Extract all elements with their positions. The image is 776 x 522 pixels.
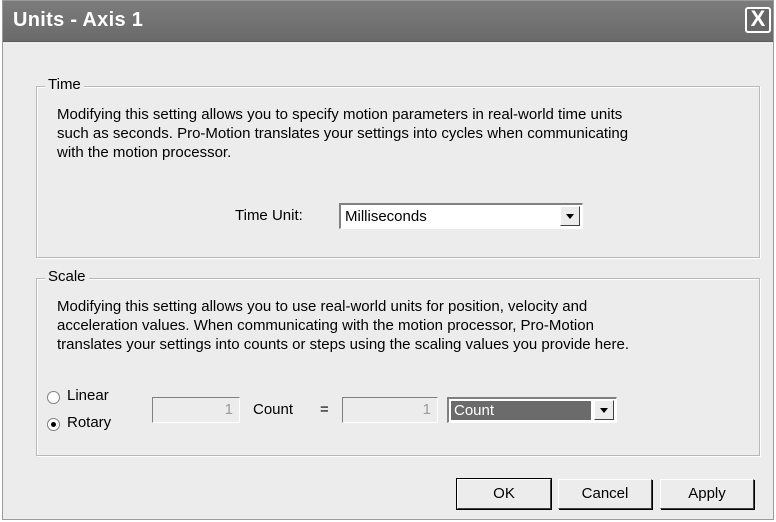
scale-unit-select[interactable]: Count xyxy=(447,397,617,423)
scale-description-line: acceleration values. When communicating … xyxy=(57,317,594,334)
cancel-button[interactable]: Cancel xyxy=(558,479,652,509)
linear-label[interactable]: Linear xyxy=(67,387,109,404)
time-group-label: Time xyxy=(45,76,84,93)
equals-sign: = xyxy=(320,401,329,418)
time-description: Modifying this setting allows you to spe… xyxy=(57,105,747,162)
scale-description: Modifying this setting allows you to use… xyxy=(57,297,757,354)
ok-button[interactable]: OK xyxy=(456,478,552,510)
title-bar[interactable]: Units - Axis 1 X xyxy=(3,1,773,42)
scale-description-line: Modifying this setting allows you to use… xyxy=(57,298,588,315)
count-label: Count xyxy=(253,401,294,418)
dialog-title: Units - Axis 1 xyxy=(13,9,144,31)
unit-value-input[interactable]: 1 xyxy=(342,397,438,423)
time-description-line: such as seconds. Pro-Motion translates y… xyxy=(57,125,629,142)
time-group: Time Modifying this setting allows you t… xyxy=(36,76,760,258)
linear-radio[interactable] xyxy=(47,391,60,404)
rotary-label[interactable]: Rotary xyxy=(67,414,111,431)
time-unit-select[interactable]: Milliseconds xyxy=(339,203,583,229)
scale-group: Scale Modifying this setting allows you … xyxy=(36,268,760,456)
time-description-line: with the motion processor. xyxy=(57,144,232,161)
scale-unit-value: Count xyxy=(450,400,592,421)
chevron-down-icon[interactable] xyxy=(560,206,580,226)
scale-description-line: translates your settings into counts or … xyxy=(57,336,629,353)
chevron-down-icon[interactable] xyxy=(594,400,614,420)
time-unit-value: Milliseconds xyxy=(345,208,427,225)
rotary-radio[interactable] xyxy=(47,418,60,431)
apply-button[interactable]: Apply xyxy=(660,479,754,509)
time-description-line: Modifying this setting allows you to spe… xyxy=(57,106,623,123)
close-icon[interactable]: X xyxy=(745,7,771,33)
scale-group-label: Scale xyxy=(45,268,89,285)
time-unit-label: Time Unit: xyxy=(235,207,303,224)
units-dialog: Units - Axis 1 X Time Modifying this set… xyxy=(2,0,774,520)
count-input[interactable]: 1 xyxy=(152,397,240,423)
